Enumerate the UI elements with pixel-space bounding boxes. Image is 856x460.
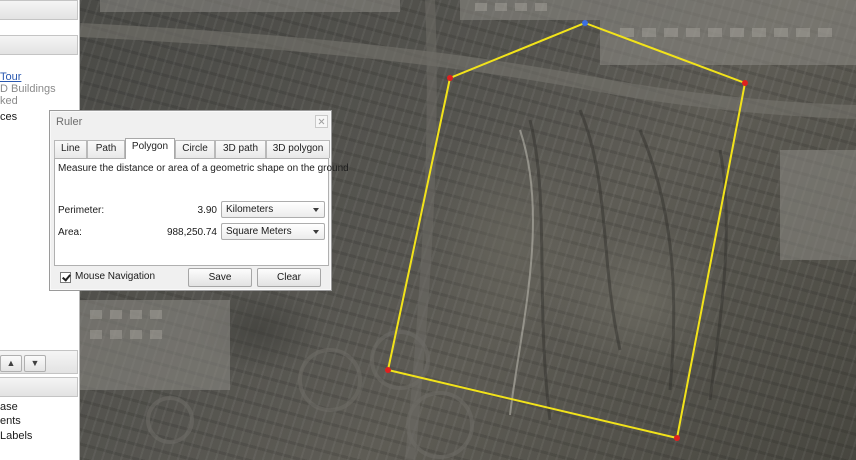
sidebar-places-item[interactable]: ces <box>0 111 17 124</box>
ruler-dialog-title: Ruler <box>56 116 83 128</box>
mouse-navigation-checkbox[interactable] <box>60 272 71 283</box>
move-up-button[interactable]: ▲ <box>0 355 22 372</box>
chevron-down-icon <box>313 230 319 234</box>
clear-button[interactable]: Clear <box>257 268 321 287</box>
ruler-tab-bar: Line Path Polygon Circle 3D path 3D poly… <box>54 138 330 159</box>
tab-3d-path[interactable]: 3D path <box>215 140 266 158</box>
tab-line[interactable]: Line <box>54 140 87 158</box>
tab-circle[interactable]: Circle <box>175 140 215 158</box>
layer-item[interactable]: ents <box>0 415 21 428</box>
save-button[interactable]: Save <box>188 268 252 287</box>
tab-3d-polygon[interactable]: 3D polygon <box>266 140 330 158</box>
perimeter-value: 3.90 <box>197 205 217 216</box>
layer-item[interactable]: Labels <box>0 430 32 443</box>
sidebar-search-box[interactable] <box>0 35 78 55</box>
area-unit-value: Square Meters <box>226 226 292 237</box>
ruler-dialog: Ruler Line Path Polygon Circle 3D path 3… <box>49 110 349 291</box>
close-icon[interactable] <box>315 115 328 128</box>
sidebar-checked-item[interactable]: ked <box>0 95 18 108</box>
perimeter-label: Perimeter: <box>58 205 105 216</box>
area-unit-select[interactable]: Square Meters <box>221 223 325 240</box>
area-label: Area: <box>58 227 82 238</box>
polygon-vertex <box>742 80 748 86</box>
move-down-button[interactable]: ▼ <box>24 355 46 372</box>
polygon-vertex <box>447 75 453 81</box>
area-value: 988,250.74 <box>166 227 217 238</box>
polygon-vertex <box>674 435 680 441</box>
ruler-description: Measure the distance or area of a geomet… <box>58 163 349 174</box>
perimeter-unit-select[interactable]: Kilometers <box>221 201 325 218</box>
sidebar-layers-header <box>0 377 78 397</box>
polygon-tab-panel: Measure the distance or area of a geomet… <box>54 158 349 266</box>
polygon-vertex-active <box>582 20 588 26</box>
trail <box>509 129 534 416</box>
chevron-down-icon <box>313 208 319 212</box>
expressway <box>405 0 437 460</box>
tab-polygon[interactable]: Polygon <box>125 138 175 159</box>
layer-item[interactable]: ase <box>0 401 18 414</box>
polygon-vertex <box>385 367 391 373</box>
mouse-navigation-label[interactable]: Mouse Navigation <box>75 271 155 282</box>
sidebar-search-panel <box>0 0 78 20</box>
perimeter-unit-value: Kilometers <box>226 204 274 215</box>
tab-path[interactable]: Path <box>87 140 125 158</box>
